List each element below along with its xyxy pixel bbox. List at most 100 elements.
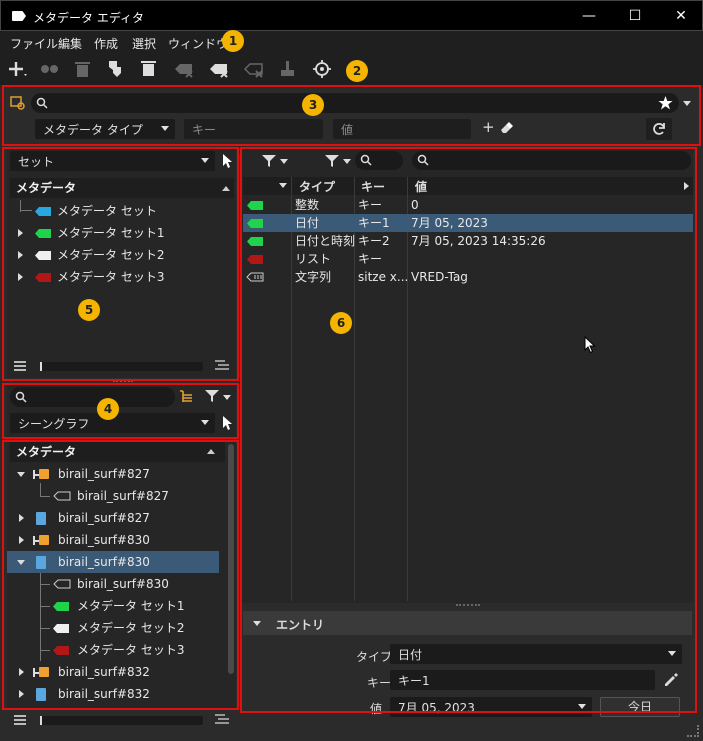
menu-select[interactable]: 選択 (132, 35, 156, 52)
scene-node[interactable]: メタデータ セット1 (7, 595, 225, 617)
entry-type-select[interactable]: 日付 (390, 644, 682, 664)
expand-icon[interactable] (19, 514, 24, 522)
set-item[interactable]: メタデータ セット2 (7, 244, 232, 266)
collapse-icon[interactable] (17, 472, 25, 477)
eraser-icon[interactable] (500, 122, 513, 134)
menu-create[interactable]: 作成 (94, 35, 118, 52)
brush-icon[interactable] (277, 59, 299, 79)
sets-view-select[interactable]: セット (10, 151, 215, 171)
key-input[interactable]: キー (184, 119, 323, 139)
scene-tree-header[interactable]: メタデータ (10, 442, 225, 462)
grid-row-selected[interactable]: 日付 キー1 7月 05, 2023 (243, 214, 693, 232)
list-view-icon[interactable] (14, 361, 26, 371)
set-item[interactable]: メタデータ セット (7, 200, 232, 222)
scene-node[interactable]: birail_surf#830 (7, 529, 225, 551)
select-cursor-icon[interactable] (222, 416, 233, 430)
select-cursor-icon[interactable] (222, 154, 233, 168)
resize-grip[interactable] (687, 725, 699, 737)
target-icon[interactable] (311, 59, 333, 79)
today-button[interactable]: 今日 (600, 697, 680, 717)
tag-green-icon (35, 229, 51, 238)
sets-tree-header[interactable]: メタデータ (10, 178, 234, 198)
edit-pencil-icon[interactable] (663, 672, 679, 688)
maximize-button[interactable]: ☐ (612, 1, 658, 31)
app-tag-icon (12, 11, 26, 21)
scrollbar[interactable] (228, 444, 234, 674)
tag-delete-icon[interactable] (208, 59, 230, 79)
expand-icon[interactable] (19, 536, 24, 544)
column-value-header[interactable]: 値 (415, 178, 427, 195)
list-view-icon[interactable] (14, 715, 26, 725)
scene-node[interactable]: メタデータ セット2 (7, 617, 225, 639)
zoom-slider[interactable] (40, 362, 203, 371)
key-filter-icon[interactable] (325, 155, 339, 167)
hierarchy-icon[interactable] (179, 390, 193, 403)
collapse-all-icon[interactable] (213, 360, 231, 372)
key-search-input[interactable] (355, 151, 403, 170)
splitter-handle[interactable] (113, 380, 133, 382)
filter-dropdown-icon[interactable] (223, 395, 231, 400)
expand-icon[interactable] (19, 690, 24, 698)
grid-row[interactable]: 日付と時刻 キー2 7月 05, 2023 14:35:26 (243, 232, 693, 250)
value-input[interactable]: 値 (333, 119, 471, 139)
column-key-header[interactable]: キー (361, 178, 385, 195)
collapse-all-icon[interactable] (213, 714, 231, 726)
entry-key-input[interactable]: キー1 (390, 670, 655, 690)
minimize-button[interactable]: — (566, 1, 612, 31)
metadata-type-select[interactable]: メタデータ タイプ (35, 119, 175, 139)
scene-node[interactable]: birail_surf#832 (7, 683, 225, 705)
sort-up-icon[interactable] (207, 449, 215, 454)
scene-search-input[interactable] (10, 387, 175, 407)
expand-icon[interactable] (18, 229, 23, 237)
star-icon[interactable] (658, 96, 673, 110)
collapse-icon[interactable] (17, 560, 25, 565)
type-filter-dropdown-icon[interactable] (280, 159, 288, 164)
favorites-dropdown-icon[interactable] (683, 101, 691, 106)
expand-icon[interactable] (18, 273, 23, 281)
remove-sets-icon[interactable] (138, 59, 160, 79)
slider-handle[interactable] (40, 716, 42, 725)
menu-bar: ファイル 編集 作成 選択 ウィンドウ (0, 31, 703, 53)
tag-clear-icon[interactable] (243, 59, 265, 79)
menu-window[interactable]: ウィンドウ (168, 35, 228, 52)
scene-node[interactable]: birail_surf#827 (7, 463, 225, 485)
close-button[interactable]: ✕ (658, 1, 703, 31)
entry-date-picker[interactable]: 7月 05, 2023 (390, 697, 592, 717)
add-filter-button[interactable]: + (482, 118, 495, 136)
copy-tags-icon[interactable] (105, 59, 127, 79)
column-type-header[interactable]: タイプ (299, 178, 335, 195)
collapse-icon[interactable] (253, 621, 261, 626)
menu-file[interactable]: ファイル (10, 35, 58, 52)
set-item[interactable]: メタデータ セット1 (7, 222, 232, 244)
set-item[interactable]: メタデータ セット3 (7, 266, 232, 288)
expand-icon[interactable] (19, 668, 24, 676)
menu-edit[interactable]: 編集 (58, 35, 82, 52)
link-icon[interactable] (39, 59, 61, 79)
add-icon[interactable] (7, 59, 29, 79)
tag-remove-icon[interactable] (173, 59, 195, 79)
scene-node[interactable]: メタデータ セット3 (7, 639, 225, 661)
grid-row[interactable]: 文字列 sitze x... VRED-Tag (243, 268, 693, 286)
scene-node-selected[interactable]: birail_surf#830 (7, 551, 219, 573)
scene-node[interactable]: birail_surf#832 (7, 661, 225, 683)
value-search-input[interactable] (412, 151, 691, 170)
key-filter-dropdown-icon[interactable] (343, 159, 351, 164)
metadata-search-input[interactable] (31, 93, 679, 113)
splitter-handle[interactable] (456, 604, 480, 606)
grid-row[interactable]: 整数 キー 0 (243, 196, 693, 214)
expand-icon[interactable] (18, 251, 23, 259)
scene-node[interactable]: birail_surf#827 (7, 507, 225, 529)
grid-row[interactable]: リスト キー (243, 250, 693, 268)
sort-down-icon[interactable] (279, 183, 287, 188)
zoom-slider[interactable] (40, 716, 203, 725)
scene-node[interactable]: birail_surf#830 (7, 573, 225, 661)
type-filter-icon[interactable] (262, 155, 276, 167)
scroll-right-icon[interactable] (684, 182, 689, 190)
slider-handle[interactable] (40, 362, 42, 371)
scene-node[interactable]: birail_surf#827 (7, 483, 225, 507)
sort-up-icon[interactable] (222, 186, 230, 191)
entry-header[interactable]: エントリ (243, 611, 692, 635)
delete-icon[interactable] (72, 59, 94, 79)
filter-icon[interactable] (205, 390, 219, 402)
refresh-button[interactable] (646, 118, 672, 140)
